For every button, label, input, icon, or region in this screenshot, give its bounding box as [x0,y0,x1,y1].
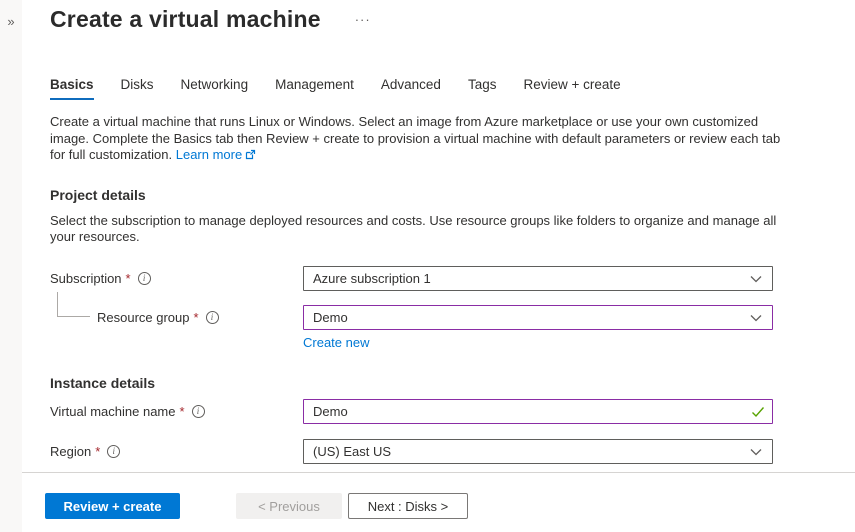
vm-name-label-cell: Virtual machine name * i [50,404,303,419]
tab-advanced[interactable]: Advanced [381,77,441,100]
chevron-down-icon [750,444,762,459]
review-create-button[interactable]: Review + create [45,493,180,519]
region-row: Region * i (US) East US [50,439,827,464]
info-icon[interactable]: i [206,311,219,324]
create-new-link[interactable]: Create new [303,335,369,350]
region-label-cell: Region * i [50,444,303,459]
resource-group-dropdown[interactable]: Demo [303,305,773,330]
subscription-dropdown[interactable]: Azure subscription 1 [303,266,773,291]
learn-more-link[interactable]: Learn more [176,147,256,162]
create-vm-blade: Create a virtual machine ··· Basics Disk… [22,0,855,532]
resource-group-row: Resource group * i Demo [50,305,827,330]
instance-details-form: Virtual machine name * i Region * i (US)… [50,399,827,464]
previous-button[interactable]: < Previous [236,493,342,519]
valid-check-icon [751,405,765,423]
region-value: (US) East US [313,444,391,459]
info-icon[interactable]: i [138,272,151,285]
required-marker: * [95,444,100,459]
vm-name-input[interactable] [303,399,773,424]
resource-group-value: Demo [313,310,348,325]
chevron-down-icon [750,271,762,286]
intro-text-body: Create a virtual machine that runs Linux… [50,114,780,162]
project-details-heading: Project details [50,187,827,203]
info-icon[interactable]: i [107,445,120,458]
resource-group-label: Resource group [97,310,190,325]
tab-management[interactable]: Management [275,77,354,100]
more-options-icon[interactable]: ··· [351,11,375,28]
tree-connector-line [57,292,90,317]
subscription-label-cell: Subscription * i [50,271,303,286]
tab-basics[interactable]: Basics [50,77,94,100]
collapsed-sidebar: » [0,0,22,532]
blade-header: Create a virtual machine ··· [50,6,827,33]
wizard-footer: Review + create < Previous Next : Disks … [22,472,855,532]
required-marker: * [194,310,199,325]
subscription-value: Azure subscription 1 [313,271,431,286]
page-title: Create a virtual machine [50,6,321,33]
vm-name-label: Virtual machine name [50,404,176,419]
info-icon[interactable]: i [192,405,205,418]
learn-more-label: Learn more [176,147,242,162]
vm-name-row: Virtual machine name * i [50,399,827,424]
project-details-description: Select the subscription to manage deploy… [50,213,798,246]
tab-tags[interactable]: Tags [468,77,497,100]
project-details-form: Subscription * i Azure subscription 1 Re… [50,266,827,350]
create-new-row: Create new [303,335,827,350]
subscription-label: Subscription [50,271,122,286]
next-disks-button[interactable]: Next : Disks > [348,493,468,519]
instance-details-heading: Instance details [50,375,827,391]
region-dropdown[interactable]: (US) East US [303,439,773,464]
required-marker: * [126,271,131,286]
tab-disks[interactable]: Disks [121,77,154,100]
tab-networking[interactable]: Networking [181,77,249,100]
tab-review-create[interactable]: Review + create [523,77,620,100]
region-label: Region [50,444,91,459]
subscription-row: Subscription * i Azure subscription 1 [50,266,827,291]
chevron-down-icon [750,310,762,325]
required-marker: * [180,404,185,419]
expand-sidebar-icon[interactable]: » [0,14,22,29]
wizard-tabs: Basics Disks Networking Management Advan… [50,77,827,100]
intro-text: Create a virtual machine that runs Linux… [50,114,792,165]
external-link-icon [245,148,256,165]
